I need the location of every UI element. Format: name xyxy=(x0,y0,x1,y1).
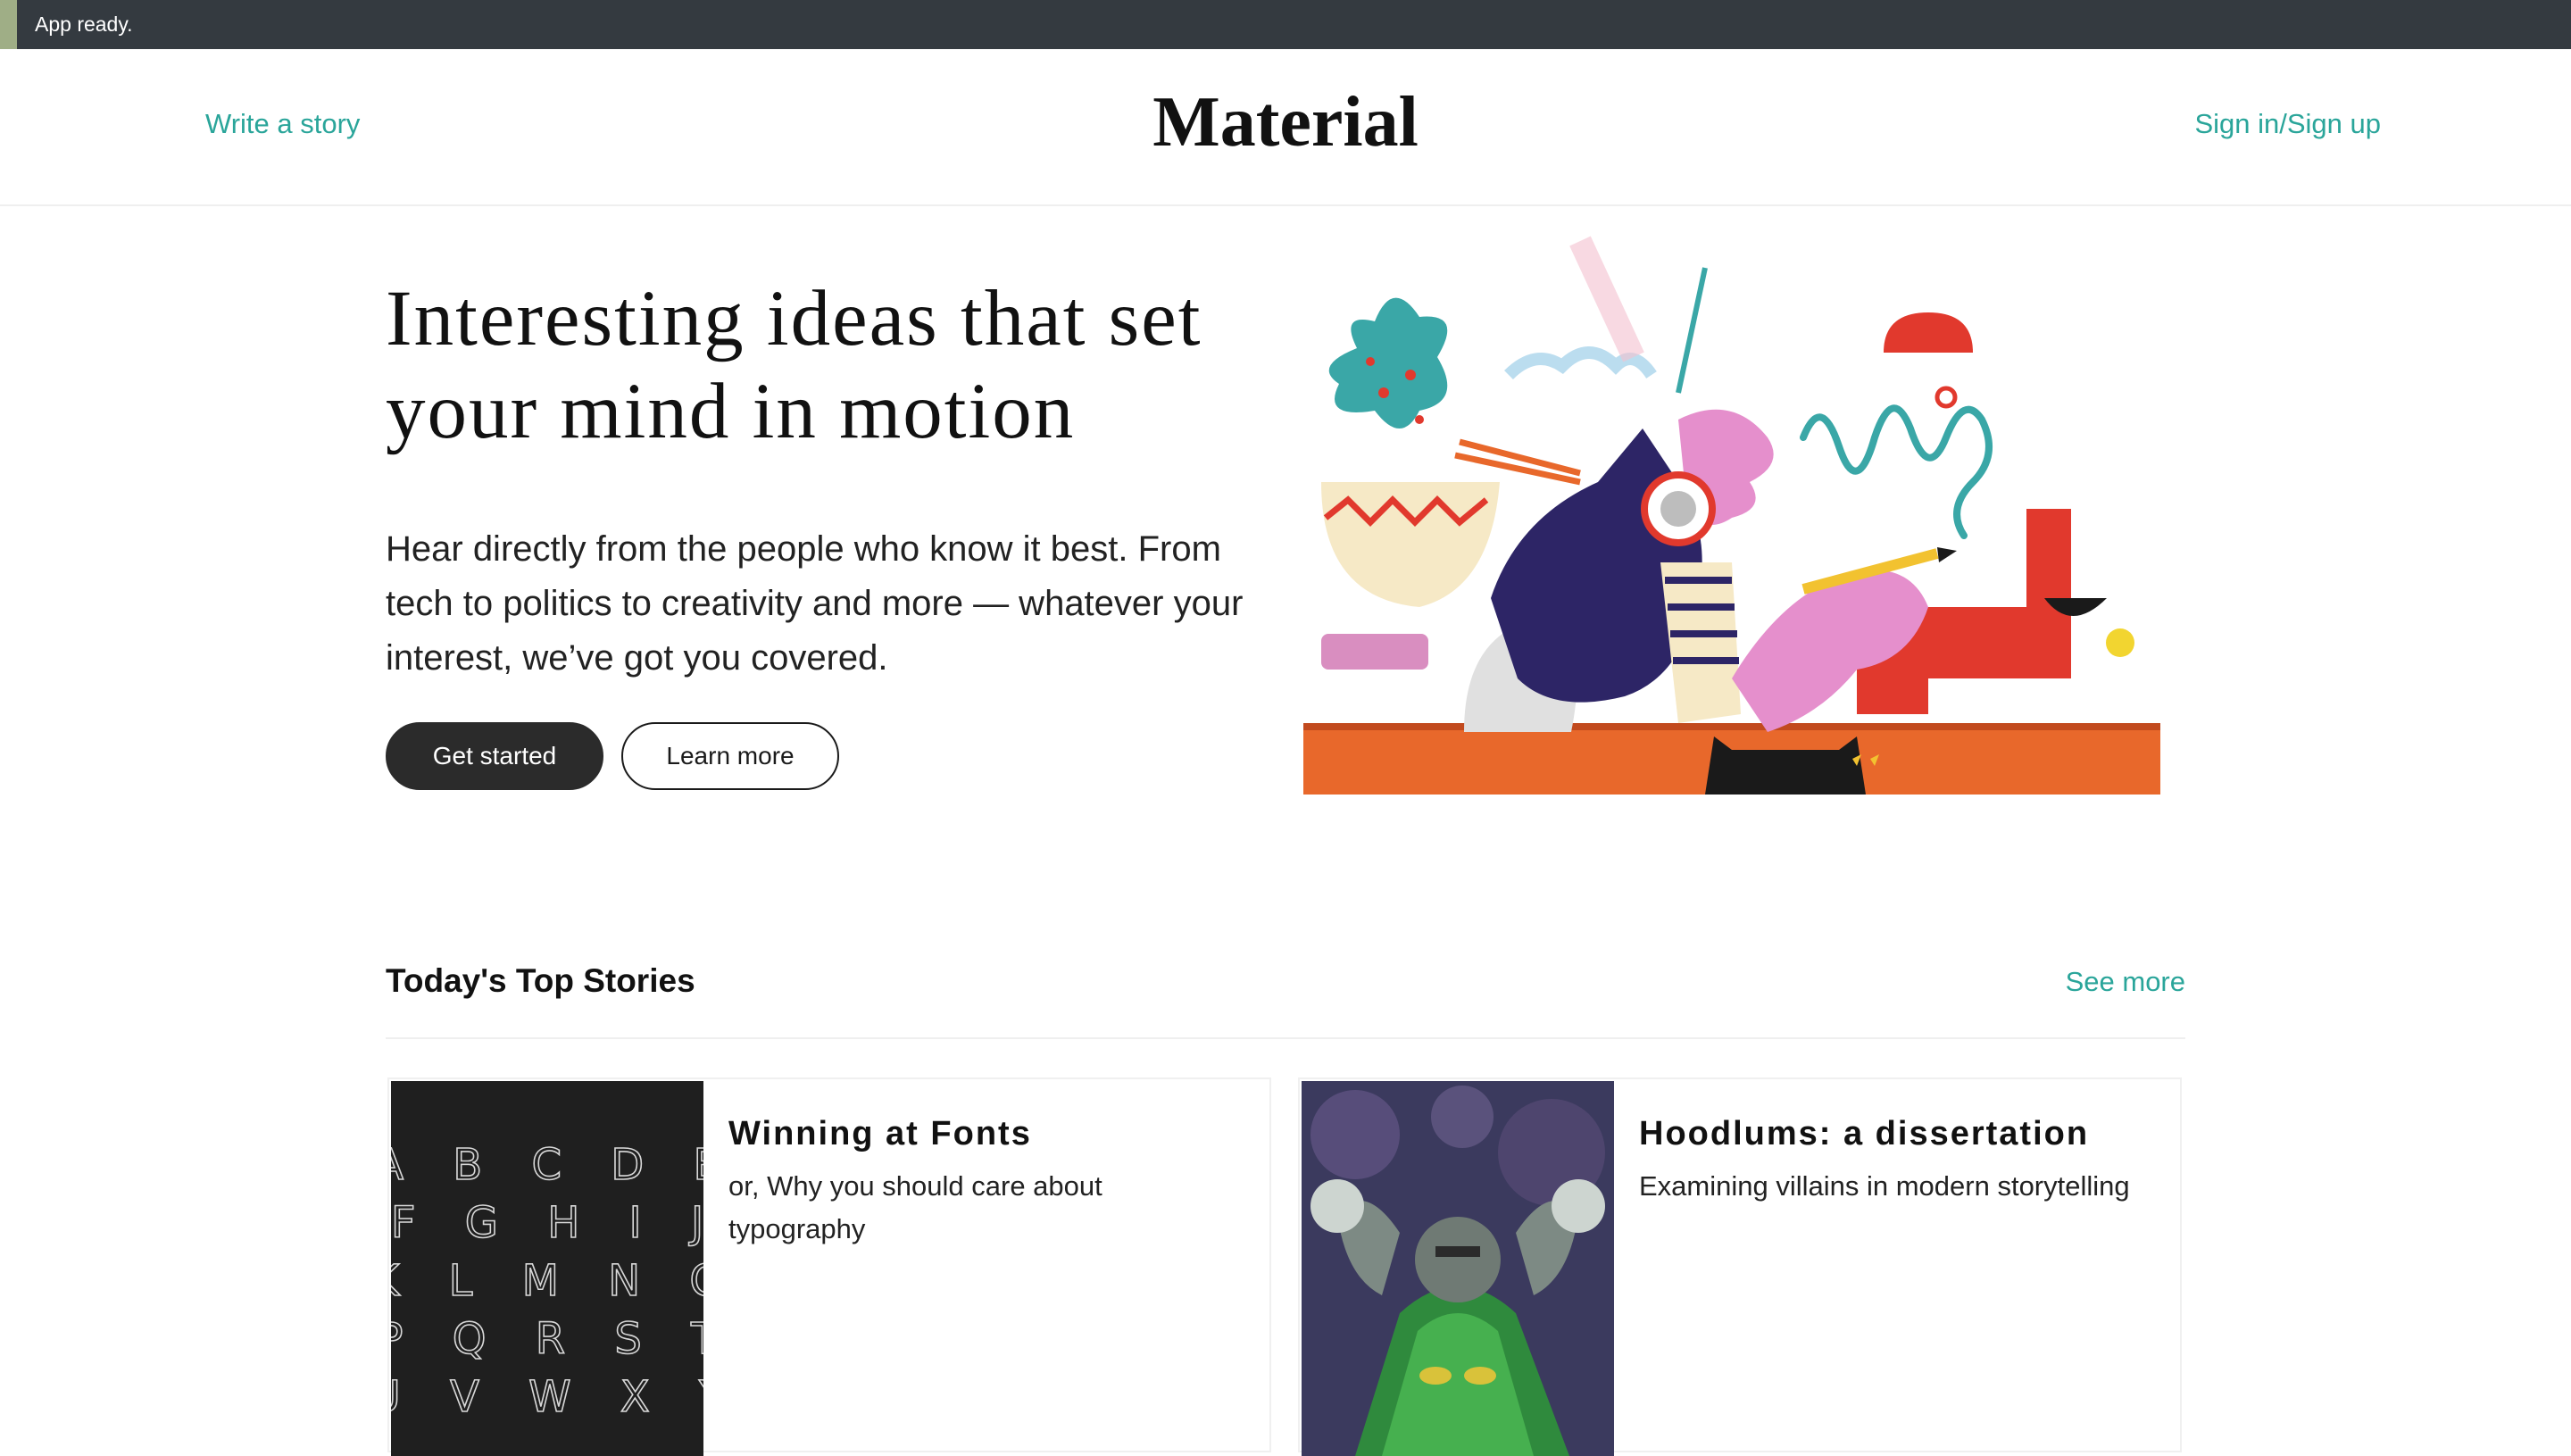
hero-description: Hear directly from the people who know i… xyxy=(386,529,1244,678)
story-card[interactable]: A B C D E F G H I J K L M N O P Q R S T … xyxy=(387,1077,1271,1456)
see-more-link[interactable]: See more xyxy=(2066,966,2185,998)
alphabet-poster-art: A B C D E F G H I J K L M N O P Q R S T … xyxy=(391,1139,703,1423)
signin-link[interactable]: Sign in/Sign up xyxy=(2194,108,2381,140)
section-divider xyxy=(386,1037,2185,1039)
story-title[interactable]: Winning at Fonts xyxy=(728,1115,1032,1153)
learn-more-button[interactable]: Learn more xyxy=(621,722,839,790)
story-title[interactable]: Hoodlums: a dissertation xyxy=(1639,1115,2089,1153)
typography-thumbnail: A B C D E F G H I J K L M N O P Q R S T … xyxy=(391,1081,703,1456)
letters-row: P Q R S T xyxy=(391,1314,703,1364)
status-accent xyxy=(0,0,17,49)
status-bar: App ready. xyxy=(0,0,2571,49)
status-text: App ready. xyxy=(35,12,133,36)
teal-blob-shape xyxy=(1328,297,1448,428)
story-subtitle: or, Why you should care about typography xyxy=(728,1170,1102,1244)
site-header: Write a story Material Sign in/Sign up xyxy=(0,49,2571,206)
letters-row: F G H I J xyxy=(391,1198,703,1248)
story-card[interactable]: Hoodlums: a dissertation Examining villa… xyxy=(1298,1077,2182,1456)
pink-block-shape xyxy=(1321,634,1428,670)
villain-thumbnail xyxy=(1302,1081,1614,1456)
yellow-dot-shape xyxy=(2106,628,2134,657)
red-dome-shape xyxy=(1884,312,1973,353)
squiggle-shape xyxy=(1800,404,1993,539)
letters-row: A B C D E xyxy=(391,1140,703,1190)
letters-row: K L M N O xyxy=(391,1256,703,1306)
letters-row: U V W X Y xyxy=(391,1372,703,1422)
hero-title: Interesting ideas that set your mind in … xyxy=(386,275,1202,455)
brand-logo[interactable]: Material xyxy=(0,87,2571,158)
villain-comic-art xyxy=(1302,1081,1614,1456)
hero-illustration xyxy=(1303,236,2160,795)
section-title: Today's Top Stories xyxy=(386,962,695,999)
story-subtitle: Examining villains in modern storytellin… xyxy=(1639,1170,2130,1202)
get-started-button[interactable]: Get started xyxy=(386,722,603,790)
